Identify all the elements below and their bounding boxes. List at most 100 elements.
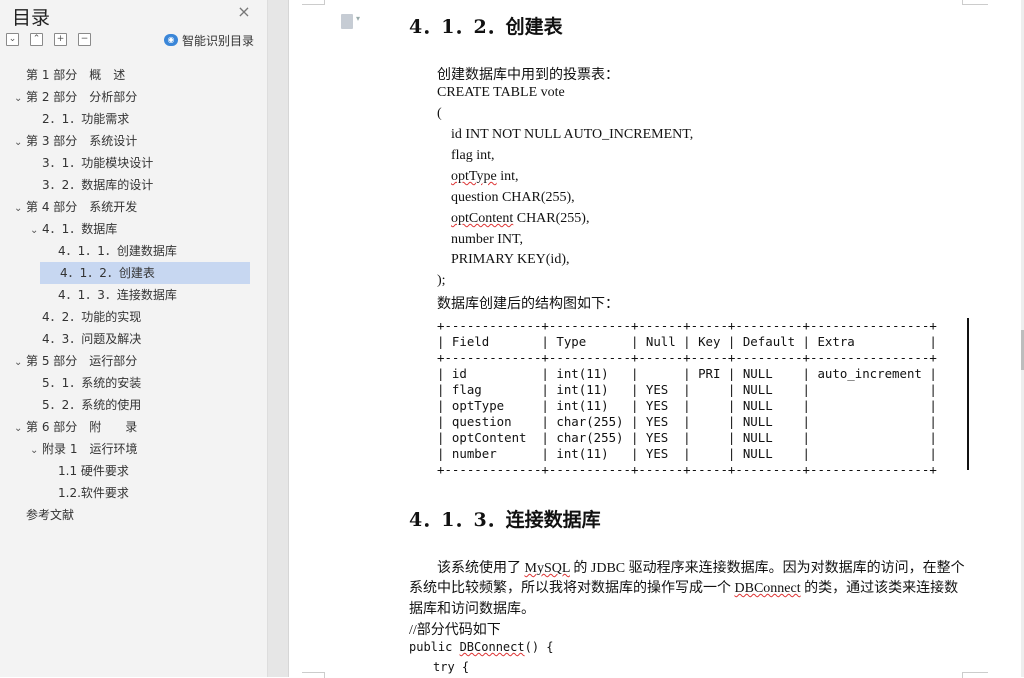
toc-item-label: 第 3 部分 系统设计 xyxy=(26,134,138,148)
sql-line: optType int, xyxy=(451,169,518,185)
sql-fragment: int, xyxy=(496,169,519,184)
toc-item[interactable]: 1.1 硬件要求 xyxy=(46,460,129,482)
toc-item[interactable]: ⌄ 4．1．数据库 xyxy=(30,218,117,240)
chevron-down-icon[interactable]: ⌄ xyxy=(14,198,26,220)
code-line: try { xyxy=(433,660,470,674)
paragraph-line: 据库和访问数据库。 xyxy=(409,602,535,617)
toc-item[interactable]: ⌄ 第 4 部分 系统开发 xyxy=(14,196,137,218)
smart-toc-label: 智能识别目录 xyxy=(182,33,255,48)
sql-line: optContent CHAR(255), xyxy=(451,211,589,227)
sql-line: PRIMARY KEY(id), xyxy=(451,252,570,267)
toc-item-label: 5．1．系统的安装 xyxy=(42,376,142,390)
chevron-down-icon[interactable]: ▾ xyxy=(356,14,360,23)
toc-item-label: 4．1．2．创建表 xyxy=(60,266,155,280)
chevron-down-icon[interactable]: ⌄ xyxy=(30,440,42,462)
table-text: +-------------+-----------+------+-----+… xyxy=(437,318,937,477)
paragraph-line: 系统中比较频繁，所以我将对数据库的操作写成一个 DBConnect 的类，通过该… xyxy=(409,577,958,597)
toc-item[interactable]: 5．1．系统的安装 xyxy=(30,372,141,394)
toc-item[interactable]: 1.2.软件要求 xyxy=(46,482,129,504)
toc-item[interactable]: ⌄ 第 2 部分 分析部分 xyxy=(14,86,137,108)
toc-item-label: 参考文献 xyxy=(26,508,75,522)
toc-item-label: 1.2.软件要求 xyxy=(58,486,129,500)
toc-item-label: 附录 1 运行环境 xyxy=(42,442,138,456)
toc-item-label: 4．2．功能的实现 xyxy=(42,310,142,324)
smart-recognize-icon: ◉ xyxy=(164,34,178,46)
toc-item-label: 第 4 部分 系统开发 xyxy=(26,200,138,214)
code-line: public DBConnect() { xyxy=(409,640,554,654)
toc-item[interactable]: 第 1 部分 概 述 xyxy=(14,64,125,86)
code-fragment: () { xyxy=(524,640,554,654)
toc-item-label: 1.1 硬件要求 xyxy=(58,464,129,478)
toc-item[interactable]: 4．3．问题及解决 xyxy=(30,328,141,350)
collapse-all-icon[interactable]: ⌄ xyxy=(6,33,19,46)
intro-text: 创建数据库中用到的投票表： xyxy=(437,68,619,83)
spellcheck-word[interactable]: DBConnect xyxy=(735,581,801,596)
chevron-down-icon[interactable]: ⌄ xyxy=(14,418,26,440)
chevron-down-icon[interactable]: ⌄ xyxy=(14,132,26,154)
toc-item-label: 第 6 部分 附 录 xyxy=(26,420,138,434)
chevron-down-icon[interactable]: ⌄ xyxy=(14,88,26,110)
code-fragment: public xyxy=(409,640,460,654)
remove-heading-icon[interactable]: − xyxy=(78,33,91,46)
document-page[interactable]: ▾ 4．1．2．创建表 创建数据库中用到的投票表： CREATE TABLE v… xyxy=(288,0,1022,677)
sql-line: question CHAR(255), xyxy=(451,190,575,205)
toc-item[interactable]: ⌄ 第 5 部分 运行部分 xyxy=(14,350,137,372)
smart-toc-button[interactable]: ◉ 智能识别目录 xyxy=(164,31,254,49)
toc-item[interactable]: ⌄ 第 3 部分 系统设计 xyxy=(14,130,137,152)
sql-line: id INT NOT NULL AUTO_INCREMENT, xyxy=(451,127,694,142)
toc-item[interactable]: 4．1．1．创建数据库 xyxy=(46,240,177,262)
chevron-down-icon[interactable]: ⌄ xyxy=(30,220,42,242)
close-sidebar-icon[interactable]: × xyxy=(236,4,252,20)
table-caption: 数据库创建后的结构图如下： xyxy=(437,297,619,312)
toc-item-label: 4．3．问题及解决 xyxy=(42,332,142,346)
toc-item[interactable]: 3．2．数据库的设计 xyxy=(30,174,153,196)
toc-item[interactable]: 4．1．2．创建表 xyxy=(40,262,250,284)
expand-all-icon[interactable]: ⌃ xyxy=(30,33,43,46)
document-icon[interactable] xyxy=(341,14,353,29)
spellcheck-word[interactable]: optType xyxy=(451,169,497,184)
spellcheck-word[interactable]: optContent xyxy=(451,211,513,226)
toc-item-label: 4．1．数据库 xyxy=(42,222,118,236)
toc-item-label: 第 5 部分 运行部分 xyxy=(26,354,138,368)
text-fragment: 该系统使用了 xyxy=(437,561,525,576)
toc-sidebar: 目录 × ⌄ ⌃ + − ◉ 智能识别目录 第 1 部分 概 述 ⌄ 第 2 部分 … xyxy=(0,0,268,677)
sql-line: flag int, xyxy=(451,148,495,163)
toc-item-label: 5．2．系统的使用 xyxy=(42,398,142,412)
toc-item[interactable]: ⌄ 第 6 部分 附 录 xyxy=(14,416,137,438)
toc-item-label: 4．1．3．连接数据库 xyxy=(58,288,177,302)
chevron-down-icon[interactable]: ⌄ xyxy=(14,352,26,374)
toc-item-label: 第 1 部分 概 述 xyxy=(26,68,126,82)
spellcheck-word[interactable]: MySQL xyxy=(525,561,570,576)
paragraph-line: 该系统使用了 MySQL 的 JDBC 驱动程序来连接数据库。因为对数据库的访问… xyxy=(437,557,965,577)
page-corner-mark xyxy=(962,0,988,5)
text-fragment: 系统中比较频繁，所以我将对数据库的操作写成一个 xyxy=(409,581,735,596)
page-corner-mark xyxy=(302,672,325,678)
sql-line: ); xyxy=(437,273,446,288)
toc-item[interactable]: 3．1．功能模块设计 xyxy=(30,152,153,174)
db-structure-table: +-------------+-----------+------+-----+… xyxy=(437,318,969,477)
sql-line: number INT, xyxy=(451,232,524,247)
toc-item-label: 3．1．功能模块设计 xyxy=(42,156,154,170)
toc-item-label: 4．1．1．创建数据库 xyxy=(58,244,177,258)
sidebar-title: 目录 xyxy=(12,7,51,29)
section-heading-4-1-3: 4．1．3．连接数据库 xyxy=(409,509,601,531)
code-comment: //部分代码如下 xyxy=(409,623,501,638)
toc-item[interactable]: 5．2．系统的使用 xyxy=(30,394,141,416)
toc-item-label: 2．1．功能需求 xyxy=(42,112,130,126)
toc-item[interactable]: 4．1．3．连接数据库 xyxy=(46,284,177,306)
toc-item[interactable]: 2．1．功能需求 xyxy=(30,108,129,130)
spellcheck-word[interactable]: DBConnect xyxy=(460,640,525,654)
toc-item[interactable]: ⌄ 附录 1 运行环境 xyxy=(30,438,137,460)
toc-item-label: 第 2 部分 分析部分 xyxy=(26,90,138,104)
toc-item[interactable]: 参考文献 xyxy=(14,504,74,526)
sql-line: CREATE TABLE vote xyxy=(437,85,565,100)
page-corner-mark xyxy=(302,0,325,5)
sql-line: ( xyxy=(437,106,442,121)
section-heading-4-1-2: 4．1．2．创建表 xyxy=(409,16,563,38)
toc-item[interactable]: 4．2．功能的实现 xyxy=(30,306,141,328)
page-gutter xyxy=(268,0,288,677)
sql-fragment: CHAR(255), xyxy=(513,211,590,226)
page-corner-mark xyxy=(962,672,988,678)
add-heading-icon[interactable]: + xyxy=(54,33,67,46)
text-fragment: 的 JDBC 驱动程序来连接数据库。因为对数据库的访问，在整个 xyxy=(569,561,965,576)
